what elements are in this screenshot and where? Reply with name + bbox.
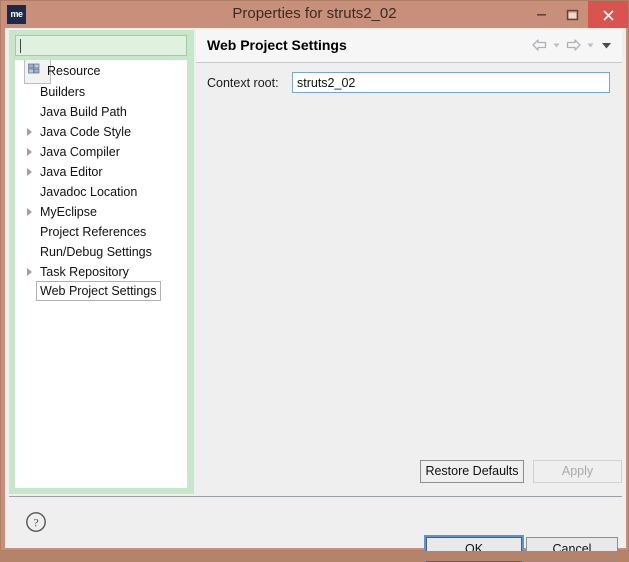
sidebar-item-label: Web Project Settings <box>36 281 161 301</box>
dialog-footer: ? OK Cancel <box>5 497 626 562</box>
sidebar-item-label: Resource <box>47 64 101 78</box>
sidebar-item-label: Run/Debug Settings <box>40 245 152 259</box>
page-title: Web Project Settings <box>207 37 347 53</box>
expand-arrow-icon[interactable] <box>27 128 32 136</box>
sidebar-item-label: Java Build Path <box>40 105 127 119</box>
sidebar-item-label: MyEclipse <box>40 205 97 219</box>
settings-sidebar: Resource Builders Java Build Path Java C… <box>9 30 194 494</box>
forward-arrow-icon[interactable] <box>565 38 582 52</box>
page-header: Web Project Settings <box>196 30 622 63</box>
sidebar-item-label: Java Compiler <box>40 145 120 159</box>
view-menu-chevron-down-icon[interactable] <box>599 38 614 52</box>
sidebar-item-run-debug-settings[interactable]: Run/Debug Settings <box>15 242 187 262</box>
minimize-button[interactable] <box>526 1 557 28</box>
context-root-label: Context root: <box>207 76 279 90</box>
sidebar-item-java-compiler[interactable]: Java Compiler <box>15 142 187 162</box>
expand-arrow-icon[interactable] <box>27 208 32 216</box>
back-arrow-icon[interactable] <box>531 38 548 52</box>
filter-input[interactable] <box>16 36 186 55</box>
sidebar-item-javadoc-location[interactable]: Javadoc Location <box>15 182 187 202</box>
sidebar-item-myeclipse[interactable]: MyEclipse <box>15 202 187 222</box>
sidebar-item-label: Java Code Style <box>40 125 132 139</box>
maximize-icon <box>566 9 579 21</box>
properties-dialog-window: me Properties for struts2_02 Resource Bu… <box>0 0 629 562</box>
sidebar-item-java-editor[interactable]: Java Editor <box>15 162 187 182</box>
filter-input-wrapper[interactable] <box>15 35 187 56</box>
sidebar-item-resource[interactable]: Resource <box>15 60 187 84</box>
sidebar-item-label: Java Editor <box>40 165 103 179</box>
page-nav-toolbar <box>531 38 614 52</box>
maximize-button[interactable] <box>557 1 588 28</box>
title-bar[interactable]: me Properties for struts2_02 <box>1 1 628 28</box>
sidebar-item-java-code-style[interactable]: Java Code Style <box>15 122 187 142</box>
dialog-body: Resource Builders Java Build Path Java C… <box>5 28 626 562</box>
sidebar-item-java-build-path[interactable]: Java Build Path <box>15 102 187 122</box>
web-project-settings-body: Context root: <box>196 63 622 494</box>
close-icon <box>602 10 614 21</box>
restore-defaults-button[interactable]: Restore Defaults <box>420 460 524 483</box>
expand-arrow-icon[interactable] <box>27 148 32 156</box>
sidebar-item-label: Javadoc Location <box>40 185 138 199</box>
context-root-input[interactable] <box>292 72 610 93</box>
sidebar-item-builders[interactable]: Builders <box>15 82 187 102</box>
close-button[interactable] <box>588 1 628 28</box>
apply-button: Apply <box>533 460 622 483</box>
back-chevron-down-icon[interactable] <box>551 38 562 52</box>
sidebar-item-label: Builders <box>40 85 86 99</box>
sidebar-item-task-repository[interactable]: Task Repository <box>15 262 187 282</box>
sidebar-item-label: Project References <box>40 225 147 239</box>
expand-arrow-icon[interactable] <box>27 268 32 276</box>
settings-page: Web Project Settings Context root: strut… <box>196 30 622 494</box>
desktop-backdrop-strip <box>0 551 629 561</box>
settings-tree[interactable]: Resource Builders Java Build Path Java C… <box>15 60 187 488</box>
sidebar-item-project-references[interactable]: Project References <box>15 222 187 242</box>
help-icon[interactable]: ? <box>25 511 47 533</box>
sidebar-item-label: Task Repository <box>40 265 129 279</box>
svg-text:?: ? <box>33 516 38 530</box>
forward-chevron-down-icon[interactable] <box>585 38 596 52</box>
minimize-icon <box>537 14 546 16</box>
resource-folder-icon <box>28 63 40 74</box>
sidebar-item-web-project-settings[interactable]: Web Project Settings <box>15 281 187 302</box>
expand-arrow-icon[interactable] <box>27 168 32 176</box>
